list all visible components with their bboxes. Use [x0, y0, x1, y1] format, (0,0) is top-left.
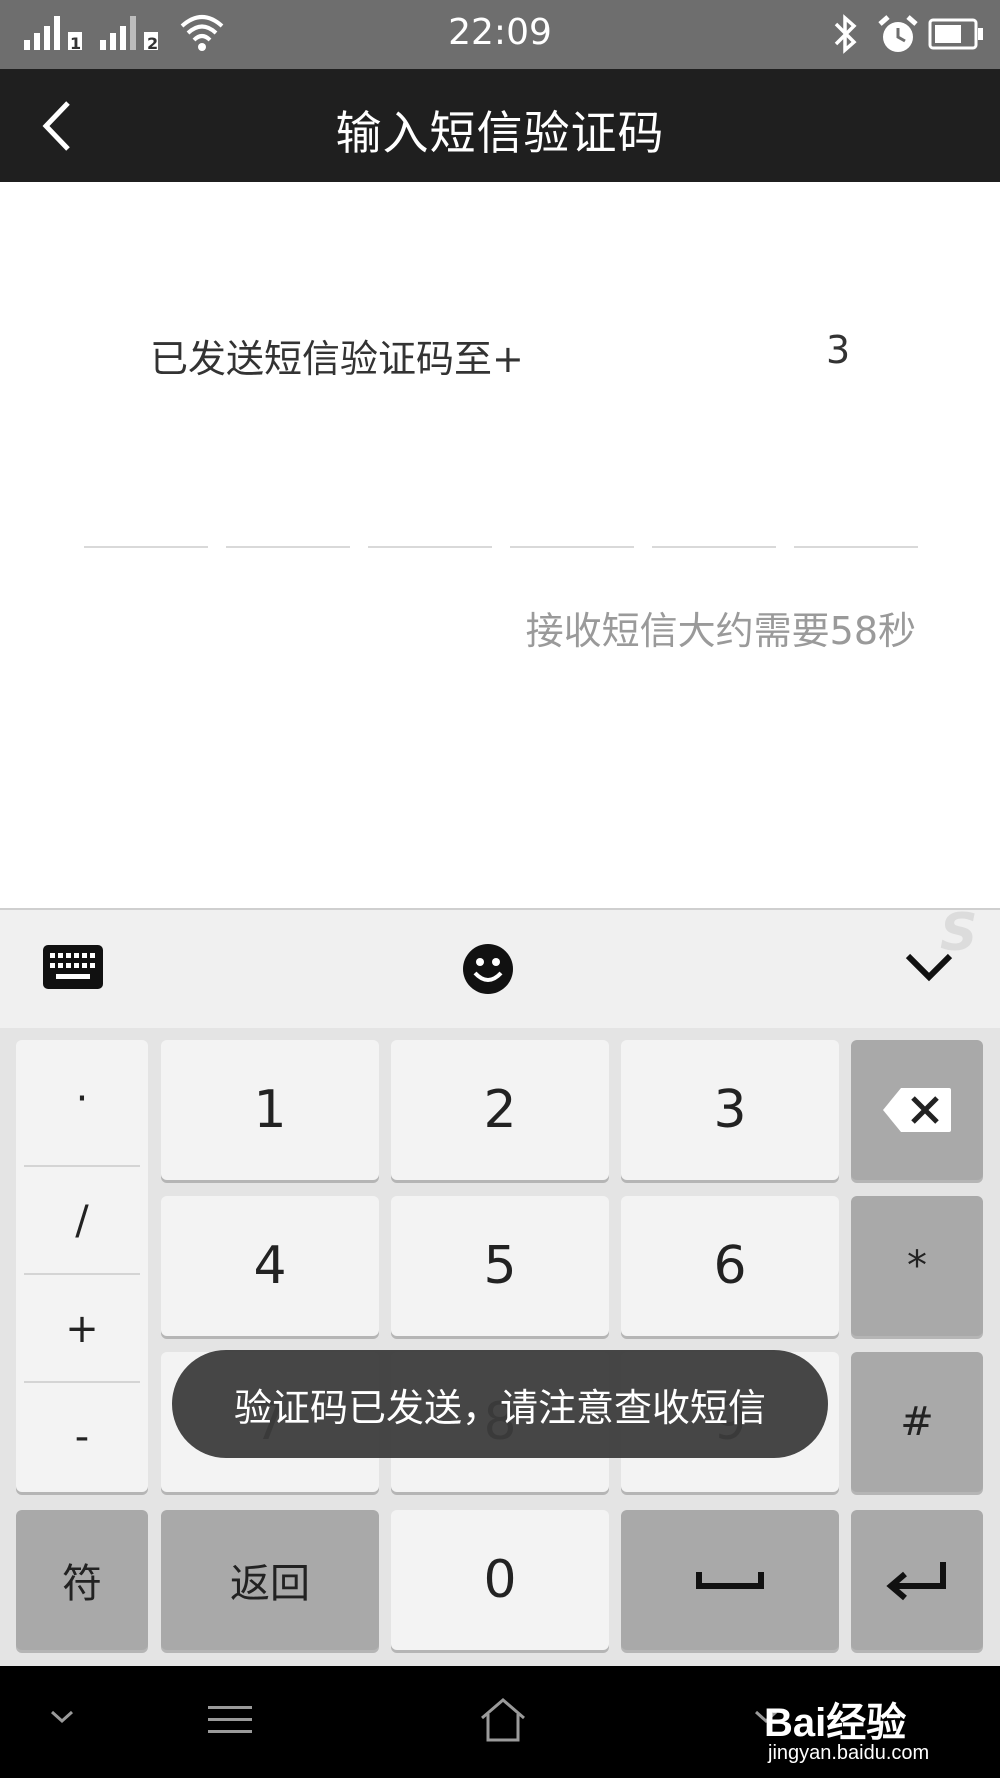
nav-collapse-button[interactable]	[48, 1708, 76, 1730]
key-star[interactable]: *	[851, 1196, 983, 1336]
key-star-label: *	[907, 1243, 927, 1289]
divider	[24, 1273, 140, 1275]
emoji-button[interactable]	[462, 943, 514, 999]
enter-icon	[886, 1562, 946, 1601]
key-hash[interactable]: #	[851, 1352, 983, 1492]
key-slash[interactable]: /	[16, 1168, 148, 1274]
watermark-brand: Bai经验	[764, 1701, 907, 1745]
alarm-icon	[876, 14, 920, 56]
nav-home-button[interactable]	[478, 1696, 528, 1748]
home-icon	[481, 1698, 525, 1742]
menu-icon	[208, 1706, 252, 1733]
enter-button[interactable]	[851, 1510, 983, 1650]
symbols-button[interactable]: 符	[16, 1510, 148, 1650]
chevron-down-icon	[50, 1710, 74, 1724]
code-digit-slot[interactable]	[226, 546, 350, 548]
symbol-column: · / + -	[16, 1040, 148, 1492]
toast-message: 验证码已发送，请注意查收短信	[172, 1350, 828, 1458]
code-digit-slot[interactable]	[510, 546, 634, 548]
battery-icon	[928, 18, 984, 50]
backspace-button[interactable]	[851, 1040, 983, 1180]
numeric-keyboard: · / + - 1 2 3 4 5 6 * 7 8 9 # 符 返回 0	[0, 1028, 1000, 1666]
return-button[interactable]: 返回	[161, 1510, 379, 1650]
watermark-url: jingyan.baidu.com	[768, 1742, 930, 1764]
code-digit-slot[interactable]	[652, 546, 776, 548]
title-bar: 输入短信验证码	[0, 69, 1000, 182]
code-digit-slot[interactable]	[84, 546, 208, 548]
key-hash-label: #	[900, 1399, 934, 1445]
code-digit-slot[interactable]	[368, 546, 492, 548]
keyboard-toolbar: S	[0, 908, 1000, 1028]
phone-number-suffix: 3	[826, 328, 851, 372]
key-6[interactable]: 6	[621, 1196, 839, 1336]
sms-sent-label: 已发送短信验证码至+	[150, 337, 524, 381]
key-5[interactable]: 5	[391, 1196, 609, 1336]
key-dot[interactable]: ·	[16, 1046, 148, 1152]
key-1[interactable]: 1	[161, 1040, 379, 1180]
key-3[interactable]: 3	[621, 1040, 839, 1180]
smiley-icon	[463, 944, 513, 994]
page-title: 输入短信验证码	[335, 106, 665, 160]
ime-logo: S	[940, 908, 978, 958]
return-label: 返回	[230, 1561, 310, 1607]
baidu-jingyan-watermark: Bai经验 jingyan.baidu.com	[764, 1672, 964, 1772]
space-icon	[696, 1572, 764, 1589]
key-2[interactable]: 2	[391, 1040, 609, 1180]
code-digit-slot[interactable]	[794, 546, 918, 548]
key-4[interactable]: 4	[161, 1196, 379, 1336]
symbols-label: 符	[62, 1561, 102, 1607]
keyboard-switch-button[interactable]	[42, 944, 104, 994]
space-button[interactable]	[621, 1510, 839, 1650]
keyboard-icon	[43, 945, 103, 989]
divider	[24, 1381, 140, 1383]
key-minus[interactable]: -	[16, 1384, 148, 1490]
nav-menu-button[interactable]	[206, 1702, 254, 1742]
key-0[interactable]: 0	[391, 1510, 609, 1650]
backspace-icon	[883, 1088, 951, 1132]
wait-message: 接收短信大约需要58秒	[525, 609, 916, 653]
key-plus[interactable]: +	[16, 1276, 148, 1382]
status-bar: 1 2 22:09	[0, 0, 1000, 69]
divider	[24, 1165, 140, 1167]
bluetooth-icon	[830, 14, 862, 54]
